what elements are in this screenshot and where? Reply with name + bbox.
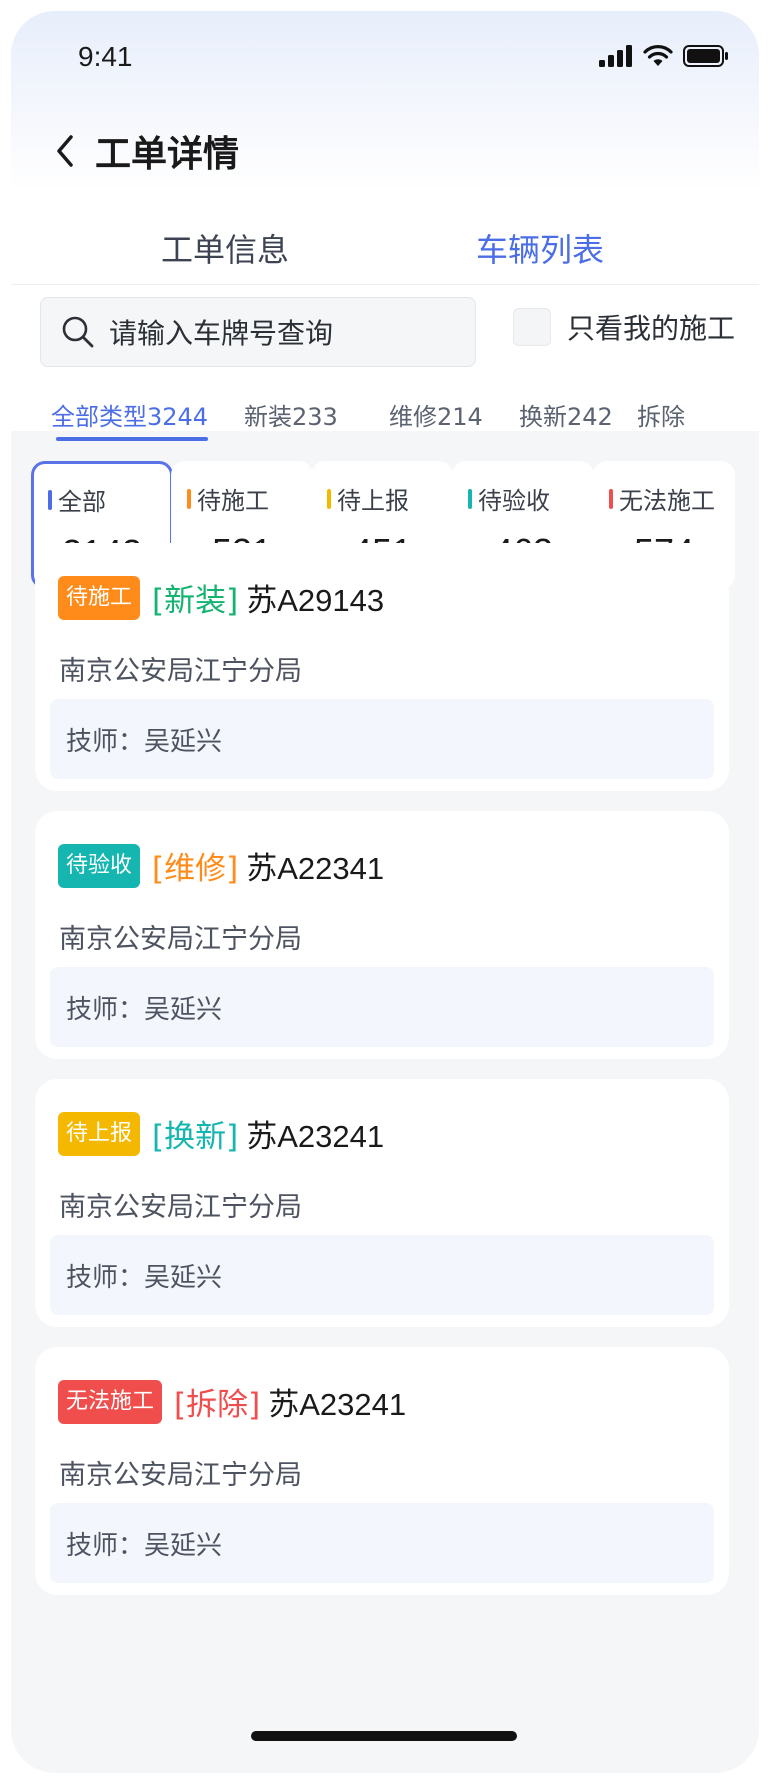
organization: 南京公安局江宁分局	[59, 1460, 302, 1491]
status-marker	[187, 488, 191, 509]
status-label-pending-acceptance: 待验收	[478, 487, 550, 515]
plate-number: 苏A23241	[268, 1387, 407, 1422]
status-time: 9:41	[78, 41, 133, 72]
order-type: [换新]	[152, 1119, 239, 1155]
status-marker	[48, 489, 52, 510]
order-card[interactable]: 无法施工 [拆除] 苏A23241 南京公安局江宁分局 技师： 吴延兴	[35, 1347, 729, 1595]
technician-label: 技师：	[66, 726, 145, 757]
order-card[interactable]: 待施工 [新装] 苏A29143 南京公安局江宁分局 技师： 吴延兴	[35, 543, 729, 791]
plate-number: 苏A23241	[246, 1119, 385, 1154]
order-card[interactable]: 待上报 [换新] 苏A23241 南京公安局江宁分局 技师： 吴延兴	[35, 1079, 729, 1327]
tab-vehicle-list[interactable]: 车辆列表	[476, 225, 604, 271]
order-type: [维修]	[152, 851, 239, 887]
status-badge: 无法施工	[58, 1379, 163, 1424]
status-label-pending-construction: 待施工	[197, 487, 269, 515]
search-input[interactable]: 请输入车牌号查询	[40, 297, 476, 367]
technician-label: 技师：	[66, 994, 145, 1025]
app-screen: 9:41 工单详情 工单信息 车辆列表 请输入车牌号查询 只看我的施工 全部类型…	[11, 11, 759, 1773]
organization: 南京公安局江宁分局	[59, 656, 302, 687]
search-icon	[62, 316, 94, 348]
status-marker	[327, 488, 331, 509]
technician-name: 吴延兴	[144, 726, 223, 757]
plate-number: 苏A22341	[246, 851, 385, 886]
chevron-left-icon	[57, 135, 73, 167]
status-card-label: 待上报	[327, 481, 409, 516]
plate-number: 苏A29143	[246, 583, 385, 618]
technician-box: 技师： 吴延兴	[50, 1503, 714, 1583]
order-type: [拆除]	[174, 1387, 261, 1423]
technician-box: 技师： 吴延兴	[50, 699, 714, 779]
tab-order-info[interactable]: 工单信息	[161, 225, 289, 271]
status-badge: 待验收	[58, 843, 141, 888]
order-type: [新装]	[152, 583, 239, 619]
technician-label: 技师：	[66, 1530, 145, 1561]
type-tab-install[interactable]: 新装233	[244, 397, 338, 432]
technician-name: 吴延兴	[144, 994, 223, 1025]
status-card-label: 全部	[48, 482, 106, 517]
type-tab-remove[interactable]: 拆除	[637, 397, 685, 432]
only-mine-label: 只看我的施工	[567, 312, 736, 345]
technician-box: 技师： 吴延兴	[50, 967, 714, 1047]
type-tab-indicator	[56, 437, 208, 441]
search-placeholder: 请输入车牌号查询	[109, 317, 334, 350]
status-card-label: 待施工	[187, 481, 269, 516]
order-header: 待上报 [换新] 苏A23241	[58, 1111, 384, 1156]
status-marker	[609, 488, 613, 509]
organization: 南京公安局江宁分局	[59, 1192, 302, 1223]
wifi-icon	[643, 45, 673, 66]
type-tab-replace[interactable]: 换新242	[519, 397, 613, 432]
order-header: 待验收 [维修] 苏A22341	[58, 843, 384, 888]
signal-icon	[599, 45, 632, 67]
order-card[interactable]: 待验收 [维修] 苏A22341 南京公安局江宁分局 技师： 吴延兴	[35, 811, 729, 1059]
status-icons	[599, 45, 729, 67]
status-marker	[468, 488, 472, 509]
technician-name: 吴延兴	[144, 1530, 223, 1561]
status-label-unable: 无法施工	[619, 487, 715, 515]
type-tab-all[interactable]: 全部类型3244	[51, 397, 208, 432]
organization: 南京公安局江宁分局	[59, 924, 302, 955]
status-label-pending-report: 待上报	[337, 487, 409, 515]
type-tabs: 全部类型3244 新装233 维修214 换新242 拆除	[11, 383, 759, 441]
only-mine-filter[interactable]: 只看我的施工	[513, 307, 735, 347]
status-label-all: 全部	[58, 488, 106, 516]
status-card-label: 无法施工	[609, 481, 715, 516]
order-header: 无法施工 [拆除] 苏A23241	[58, 1379, 406, 1424]
page-title: 工单详情	[95, 134, 240, 175]
type-tab-repair[interactable]: 维修214	[389, 397, 483, 432]
battery-icon	[683, 45, 728, 67]
status-badge: 待上报	[58, 1111, 141, 1156]
home-indicator[interactable]	[251, 1731, 517, 1741]
status-card-label: 待验收	[468, 481, 550, 516]
main-tabs: 工单信息 车辆列表	[11, 207, 759, 285]
technician-label: 技师：	[66, 1262, 145, 1293]
back-button[interactable]	[47, 129, 83, 173]
order-header: 待施工 [新装] 苏A29143	[58, 575, 384, 620]
status-badge: 待施工	[58, 575, 141, 620]
technician-name: 吴延兴	[144, 1262, 223, 1293]
technician-box: 技师： 吴延兴	[50, 1235, 714, 1315]
only-mine-checkbox[interactable]	[513, 308, 551, 346]
